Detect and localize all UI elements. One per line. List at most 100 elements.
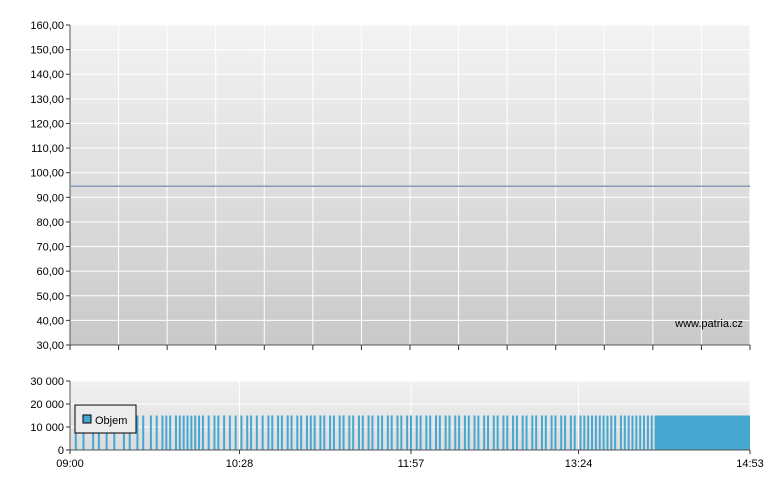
volume-bar (554, 415, 557, 450)
volume-bar (544, 415, 547, 450)
volume-bar (342, 415, 345, 450)
volume-bar (564, 415, 567, 450)
volume-bar (319, 415, 322, 450)
volume-bar (186, 415, 189, 450)
volume-bar (300, 415, 303, 450)
volume-y-tick-label: 10 000 (30, 422, 64, 434)
volume-bar (234, 415, 237, 450)
volume-bar (655, 415, 750, 450)
volume-bar (506, 415, 509, 450)
volume-bar (521, 415, 524, 450)
volume-bar (338, 415, 341, 450)
chart-svg: 30,00 40,00 50,00 60,00 70,00 80,00 90,00 100,0… (30, 20, 763, 470)
volume-bar (161, 415, 164, 450)
volume-bar (560, 415, 563, 450)
volume-bar (525, 415, 528, 450)
volume-y-ticks: 0 10 000 20 000 30 000 (30, 376, 70, 457)
volume-bar (448, 415, 451, 450)
volume-bar (142, 415, 145, 450)
volume-bar (535, 415, 538, 450)
price-y-tick-label: 160,00 (30, 20, 64, 32)
volume-bar (643, 415, 646, 450)
volume-bar (352, 415, 355, 450)
price-y-tick-label: 110,00 (31, 143, 64, 155)
volume-bar (261, 415, 264, 450)
price-y-tick-label: 80,00 (36, 217, 64, 229)
volume-bar (190, 415, 193, 450)
volume-bar (240, 415, 243, 450)
volume-bar (390, 415, 393, 450)
volume-bar (646, 415, 649, 450)
volume-x-tick-label: 13:24 (565, 458, 593, 470)
volume-bar (627, 415, 630, 450)
volume-bar (267, 415, 270, 450)
volume-bar (650, 415, 653, 450)
volume-bar (246, 415, 249, 450)
volume-bar (573, 415, 576, 450)
volume-bar (635, 415, 638, 450)
price-y-ticks: 30,00 40,00 50,00 60,00 70,00 80,00 90,00 100,0… (30, 20, 70, 352)
volume-bar (467, 415, 470, 450)
price-y-tick-label: 140,00 (30, 69, 64, 81)
volume-bar (400, 415, 403, 450)
volume-bar (194, 415, 197, 450)
volume-bar (201, 415, 204, 450)
volume-bar (174, 415, 177, 450)
volume-bar (207, 415, 210, 450)
volume-y-tick-label: 30 000 (30, 376, 64, 388)
volume-bar (223, 415, 226, 450)
volume-bar (182, 415, 185, 450)
volume-bar (614, 415, 617, 450)
watermark: www.patria.cz (674, 318, 743, 330)
volume-bar (361, 415, 364, 450)
volume-bar (198, 415, 201, 450)
price-y-tick-label: 120,00 (30, 118, 64, 130)
volume-x-ticks: 09:00 10:28 11:57 13:24 14:53 (56, 450, 764, 470)
volume-x-tick-label: 09:00 (56, 458, 84, 470)
volume-bar (454, 415, 457, 450)
volume-bar (386, 415, 389, 450)
volume-bar (623, 415, 626, 450)
volume-bar (277, 415, 280, 450)
price-y-tick-label: 90,00 (36, 192, 64, 204)
volume-bar (579, 415, 582, 450)
volume-bar (569, 415, 572, 450)
volume-bar (502, 415, 505, 450)
volume-bar (367, 415, 370, 450)
volume-panel: 0 10 000 20 000 30 000 09:00 10:28 11:57 13:24… (30, 376, 763, 470)
volume-bar (348, 415, 351, 450)
volume-bar (178, 415, 181, 450)
volume-x-tick-label: 14:53 (736, 458, 764, 470)
volume-bar (228, 415, 231, 450)
volume-bar (550, 415, 553, 450)
volume-bar (425, 415, 428, 450)
volume-bar (483, 415, 486, 450)
price-y-tick-label: 150,00 (30, 45, 64, 57)
volume-bar (540, 415, 543, 450)
volume-bar (309, 415, 312, 450)
price-x-tick-marks (69, 345, 751, 350)
volume-bar (136, 415, 139, 450)
volume-bar (631, 415, 634, 450)
legend-label: Objem (95, 415, 127, 427)
price-y-tick-label: 130,00 (30, 94, 64, 106)
volume-bar (323, 415, 326, 450)
legend-swatch (82, 414, 92, 424)
price-y-tick-label: 60,00 (36, 266, 64, 278)
volume-bar (606, 415, 609, 450)
volume-bar (587, 415, 590, 450)
volume-bar (217, 415, 220, 450)
volume-bar (381, 415, 384, 450)
volume-bar (598, 415, 601, 450)
price-y-tick-label: 50,00 (36, 291, 64, 303)
volume-bar (477, 415, 480, 450)
price-y-tick-label: 40,00 (36, 315, 64, 327)
volume-bar (594, 415, 597, 450)
price-y-tick-label: 30,00 (36, 340, 64, 352)
price-panel: 30,00 40,00 50,00 60,00 70,00 80,00 90,00 100,0… (30, 20, 751, 352)
volume-bar (639, 415, 642, 450)
volume-bar (165, 415, 168, 450)
volume-bar (444, 415, 447, 450)
volume-bar (487, 415, 490, 450)
volume-bar (463, 415, 466, 450)
